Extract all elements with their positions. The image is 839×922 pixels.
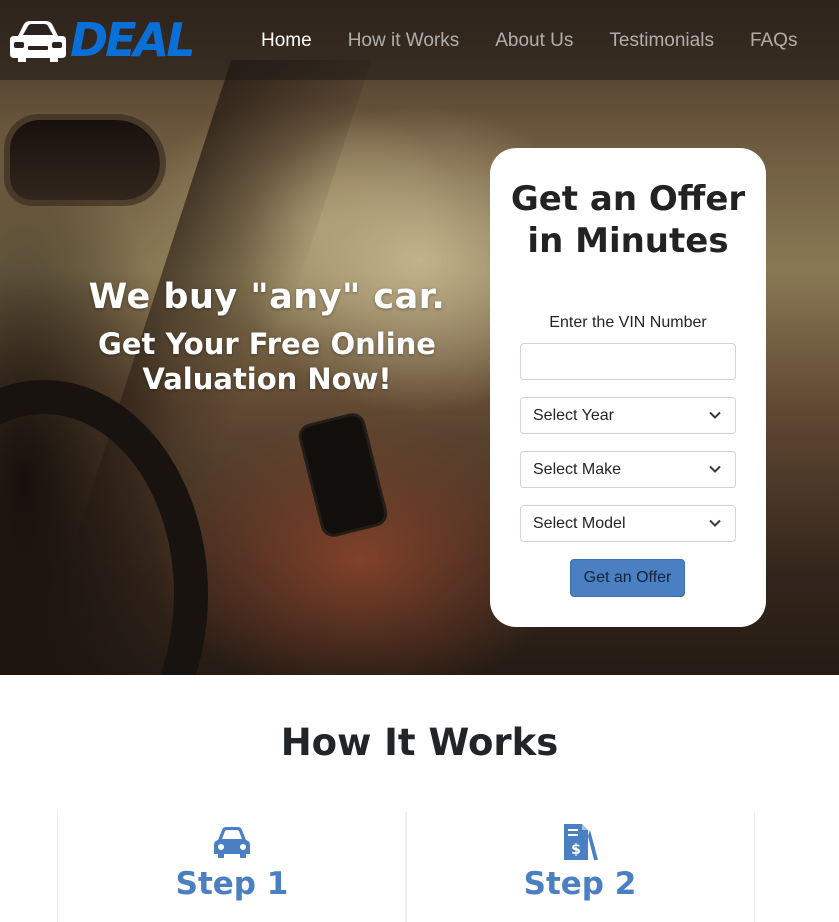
get-offer-button[interactable]: Get an Offer <box>570 559 685 597</box>
nav-home[interactable]: Home <box>261 29 312 53</box>
nav-menu: Home How it Works About Us Testimonials … <box>261 29 833 53</box>
step-card-1: Step 1 <box>57 812 407 922</box>
navbar: DEAL Home How it Works About Us Testimon… <box>0 0 839 80</box>
model-select-label: Select Model <box>533 514 626 532</box>
vin-label: Enter the VIN Number <box>549 314 707 331</box>
nav-faqs[interactable]: FAQs <box>750 29 798 53</box>
car-front-icon <box>10 21 66 62</box>
hero-headline: We buy "any" car. Get Your Free Online V… <box>62 275 472 397</box>
invoice-dollar-icon: $ <box>564 824 598 860</box>
step-2-label: Step 2 <box>523 866 637 902</box>
chevron-down-icon <box>709 465 721 473</box>
make-select-label: Select Make <box>533 460 622 478</box>
car-icon <box>214 827 250 858</box>
chevron-down-icon <box>709 411 721 419</box>
form-title: Get an Offer in Minutes <box>510 179 746 261</box>
step-card-2: $ Step 2 <box>405 812 755 922</box>
offer-form-card: Get an Offer in Minutes Enter the VIN Nu… <box>490 148 766 627</box>
year-select[interactable]: Select Year <box>520 397 736 434</box>
model-select[interactable]: Select Model <box>520 505 736 542</box>
chevron-down-icon <box>709 519 721 527</box>
nav-testimonials[interactable]: Testimonials <box>609 29 714 53</box>
nav-how-it-works[interactable]: How it Works <box>348 29 460 53</box>
svg-text:$: $ <box>571 842 581 858</box>
vin-input[interactable] <box>520 343 736 380</box>
year-select-label: Select Year <box>533 406 614 424</box>
make-select[interactable]: Select Make <box>520 451 736 488</box>
nav-about-us[interactable]: About Us <box>495 29 573 53</box>
how-it-works-title: How It Works <box>280 721 559 764</box>
brand-name: DEAL <box>70 13 196 67</box>
hero-title: We buy "any" car. <box>88 277 446 317</box>
brand-logo[interactable]: DEAL <box>8 13 196 67</box>
step-1-label: Step 1 <box>175 866 289 902</box>
hero-subtitle: Get Your Free Online Valuation Now! <box>98 327 436 396</box>
